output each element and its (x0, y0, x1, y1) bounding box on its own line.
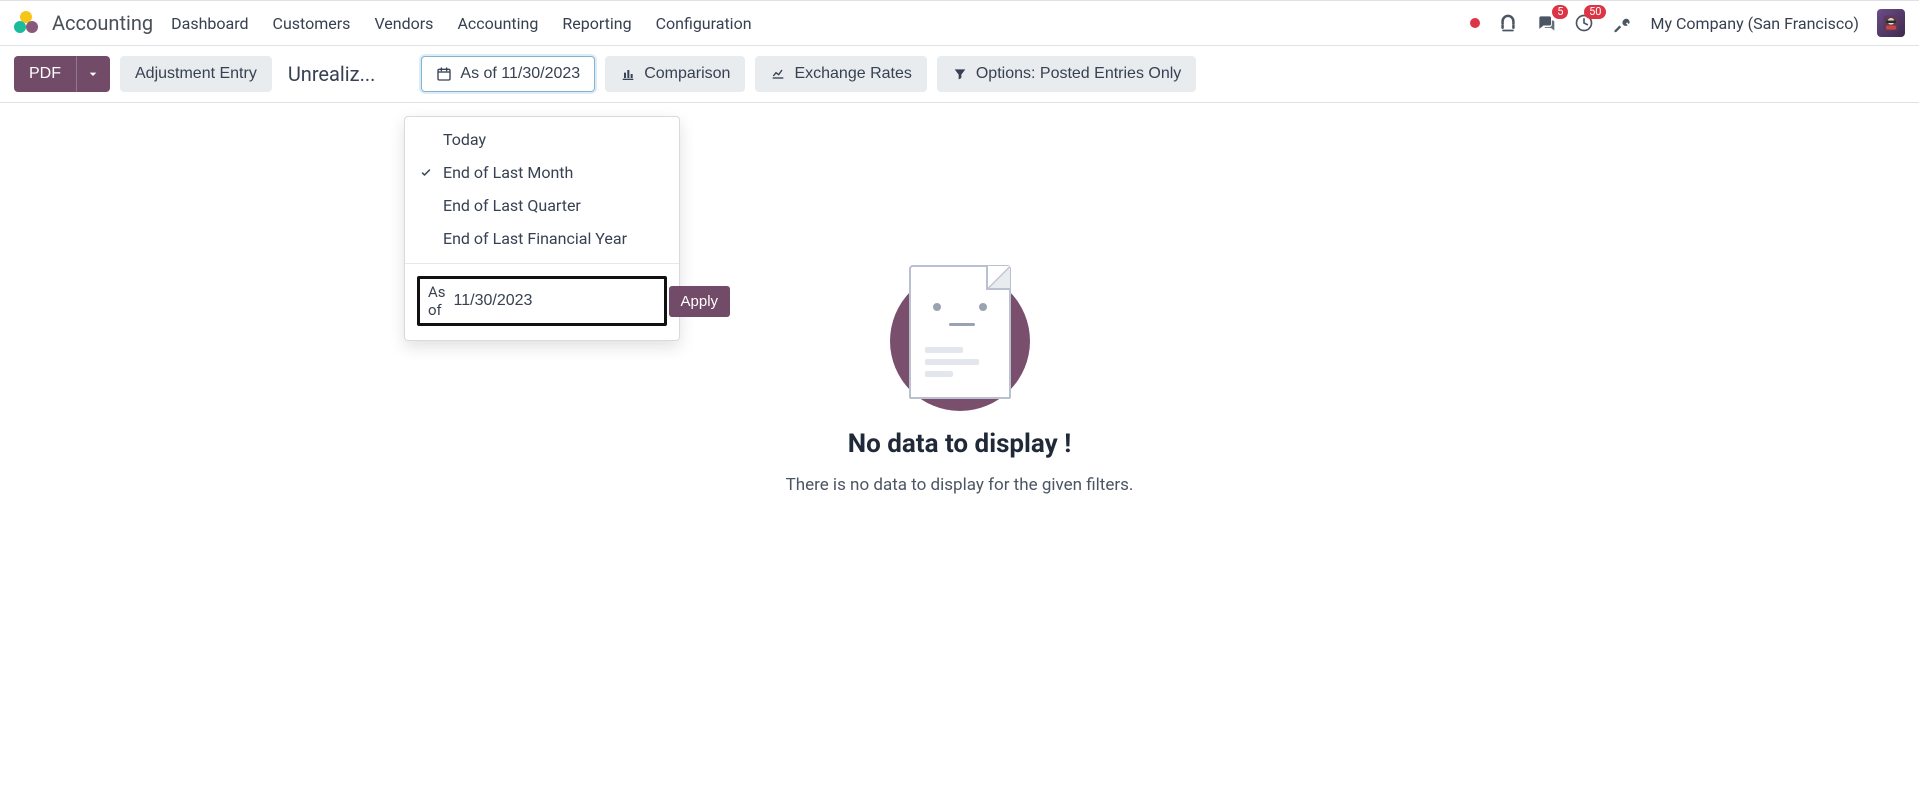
comparison-button[interactable]: Comparison (605, 56, 745, 92)
caret-down-icon (85, 66, 101, 82)
empty-state-title: No data to display ! (848, 429, 1072, 459)
exchange-rates-button[interactable]: Exchange Rates (755, 56, 926, 92)
pdf-button-group: PDF (14, 56, 110, 92)
empty-state: No data to display ! There is no data to… (0, 263, 1919, 495)
nav-vendors[interactable]: Vendors (374, 14, 433, 33)
as-of-label: As of (428, 283, 446, 319)
as-of-date-button[interactable]: As of 11/30/2023 (421, 56, 595, 92)
date-option-end-last-quarter[interactable]: End of Last Quarter (405, 189, 679, 222)
adjustment-entry-button[interactable]: Adjustment Entry (120, 56, 272, 92)
date-option-today[interactable]: Today (405, 123, 679, 156)
check-slot (419, 167, 433, 179)
date-option-label: End of Last Month (443, 163, 573, 182)
report-toolbar: PDF Adjustment Entry Unrealiz... As of 1… (0, 46, 1919, 102)
as-of-date-input[interactable] (454, 292, 661, 310)
comparison-label: Comparison (644, 65, 730, 83)
top-navbar: Accounting Dashboard Customers Vendors A… (0, 0, 1919, 46)
main-nav: Dashboard Customers Vendors Accounting R… (171, 14, 751, 33)
company-switcher[interactable]: My Company (San Francisco) (1650, 14, 1859, 33)
line-chart-icon (770, 66, 786, 82)
avatar-icon (1881, 13, 1901, 33)
as-of-date-form: As of Apply (417, 276, 667, 326)
app-logo (14, 11, 38, 35)
nav-reporting[interactable]: Reporting (562, 14, 631, 33)
bar-chart-icon (620, 66, 636, 82)
support-button[interactable] (1498, 13, 1518, 33)
nav-configuration[interactable]: Configuration (656, 14, 752, 33)
date-option-end-last-month[interactable]: End of Last Month (405, 156, 679, 189)
header-right: 5 50 My Company (San Francisco) (1470, 9, 1905, 37)
date-dropdown-panel: Today End of Last Month End of Last Quar… (404, 116, 680, 341)
filter-icon (952, 66, 968, 82)
calendar-icon (436, 66, 452, 82)
dropdown-separator (405, 263, 679, 264)
apply-date-button[interactable]: Apply (669, 286, 731, 317)
tools-button[interactable] (1612, 13, 1632, 33)
empty-state-illustration (885, 263, 1035, 413)
nav-accounting[interactable]: Accounting (457, 14, 538, 33)
headset-icon (1498, 13, 1518, 33)
date-option-label: Today (443, 130, 486, 149)
options-button[interactable]: Options: Posted Entries Only (937, 56, 1196, 92)
check-icon (420, 167, 432, 179)
empty-state-subtitle: There is no data to display for the give… (786, 475, 1134, 495)
recording-indicator-icon (1470, 18, 1480, 28)
nav-customers[interactable]: Customers (273, 14, 351, 33)
messages-button[interactable]: 5 (1536, 13, 1556, 33)
options-label: Options: Posted Entries Only (976, 65, 1181, 83)
activities-button[interactable]: 50 (1574, 13, 1594, 33)
breadcrumb-title: Unrealiz... (282, 62, 382, 86)
tools-icon (1612, 13, 1632, 33)
exchange-rates-label: Exchange Rates (794, 65, 911, 83)
pdf-dropdown-button[interactable] (76, 56, 110, 92)
user-avatar[interactable] (1877, 9, 1905, 37)
as-of-date-label: As of 11/30/2023 (460, 65, 580, 83)
nav-dashboard[interactable]: Dashboard (171, 14, 248, 33)
app-name[interactable]: Accounting (52, 11, 153, 35)
date-option-label: End of Last Financial Year (443, 229, 627, 248)
activities-badge: 50 (1584, 5, 1606, 19)
messages-badge: 5 (1552, 5, 1568, 19)
date-option-label: End of Last Quarter (443, 196, 581, 215)
toolbar-divider (0, 102, 1919, 103)
date-option-end-last-financial-year[interactable]: End of Last Financial Year (405, 222, 679, 255)
pdf-button[interactable]: PDF (14, 56, 76, 92)
